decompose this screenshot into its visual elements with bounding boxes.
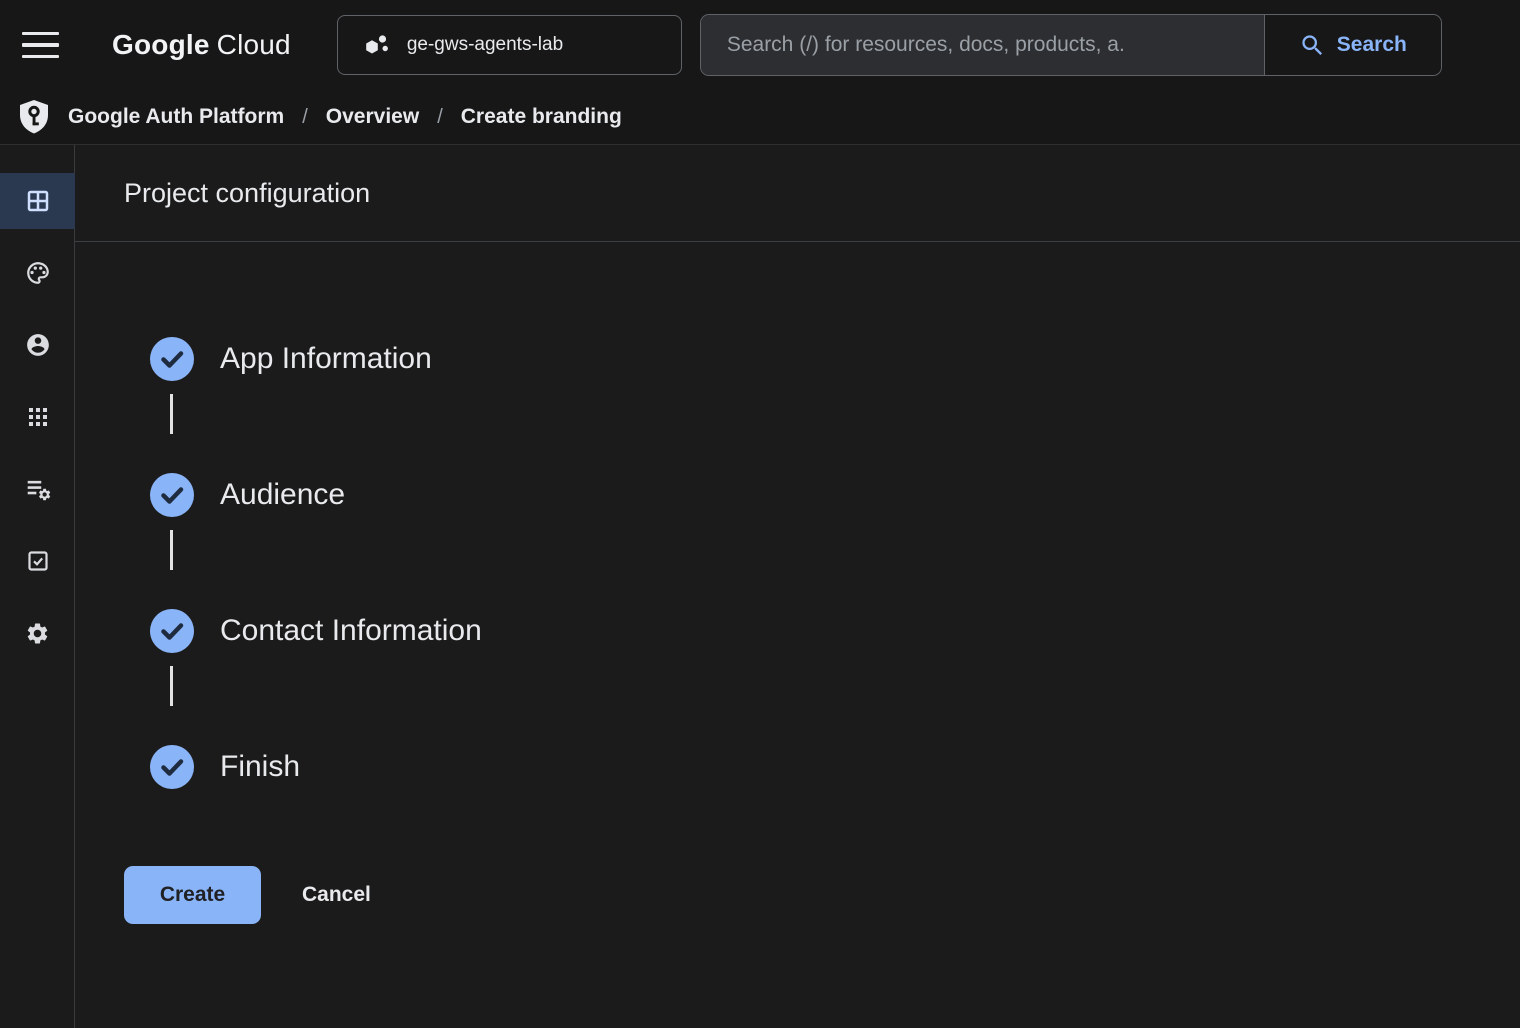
topbar: GoogleCloud ge-gws-agents-lab Search	[0, 0, 1520, 90]
create-button[interactable]: Create	[124, 866, 261, 924]
step-connector-line	[170, 530, 173, 570]
step-completed-check-icon	[150, 337, 194, 381]
list-gear-icon	[25, 476, 51, 502]
search-input[interactable]	[701, 15, 1264, 75]
dashboard-icon	[25, 188, 51, 214]
page-header: Project configuration	[75, 145, 1520, 242]
form-actions: Create Cancel	[124, 866, 1520, 924]
person-icon	[25, 332, 51, 358]
breadcrumb-separator: /	[298, 106, 312, 129]
sidebar-item-settings[interactable]	[0, 605, 75, 661]
step-label: Audience	[220, 478, 345, 512]
step-audience: Audience	[150, 473, 1520, 570]
sidebar-item-clients[interactable]	[0, 389, 75, 445]
project-selector[interactable]: ge-gws-agents-lab	[337, 15, 682, 75]
breadcrumb-item-create-branding: Create branding	[461, 105, 622, 129]
gear-icon	[25, 621, 50, 646]
step-label: Contact Information	[220, 614, 482, 648]
step-connector-line	[170, 666, 173, 706]
step-finish: Finish	[150, 745, 1520, 789]
apps-grid-icon	[26, 405, 50, 429]
breadcrumb-separator: /	[433, 106, 447, 129]
checkbox-check-icon	[26, 549, 50, 573]
step-app-information: App Information	[150, 337, 1520, 434]
stepper: App Information Audience	[150, 337, 1520, 789]
sidebar-item-data-access[interactable]	[0, 461, 75, 517]
auth-platform-shield-key-icon	[14, 97, 54, 137]
search-icon	[1299, 32, 1326, 59]
sidebar	[0, 145, 75, 1028]
search-button-label: Search	[1337, 33, 1407, 57]
search-bar: Search	[700, 14, 1442, 76]
menu-hamburger-icon[interactable]	[22, 19, 74, 71]
step-label: App Information	[220, 342, 432, 376]
step-completed-check-icon	[150, 745, 194, 789]
breadcrumb-item-google-auth-platform[interactable]: Google Auth Platform	[68, 105, 284, 129]
search-button[interactable]: Search	[1264, 15, 1441, 75]
page-title: Project configuration	[124, 178, 370, 209]
sidebar-item-overview[interactable]	[0, 173, 75, 229]
step-connector-line	[170, 394, 173, 434]
step-contact-information: Contact Information	[150, 609, 1520, 706]
logo-cloud-text: Cloud	[217, 29, 291, 60]
project-hexagon-icon	[362, 31, 390, 59]
breadcrumb-item-overview[interactable]: Overview	[326, 105, 419, 129]
palette-icon	[25, 260, 51, 286]
sidebar-item-branding[interactable]	[0, 245, 75, 301]
google-cloud-logo: GoogleCloud	[112, 29, 291, 61]
logo-google-text: Google	[112, 29, 210, 60]
step-label: Finish	[220, 750, 300, 784]
step-completed-check-icon	[150, 473, 194, 517]
project-selector-label: ge-gws-agents-lab	[407, 34, 563, 56]
sidebar-item-verification[interactable]	[0, 533, 75, 589]
step-completed-check-icon	[150, 609, 194, 653]
breadcrumb: Google Auth Platform / Overview / Create…	[0, 90, 1520, 145]
main-content: Project configuration App Information	[75, 145, 1520, 1028]
cancel-button[interactable]: Cancel	[302, 883, 371, 907]
sidebar-item-audience[interactable]	[0, 317, 75, 373]
